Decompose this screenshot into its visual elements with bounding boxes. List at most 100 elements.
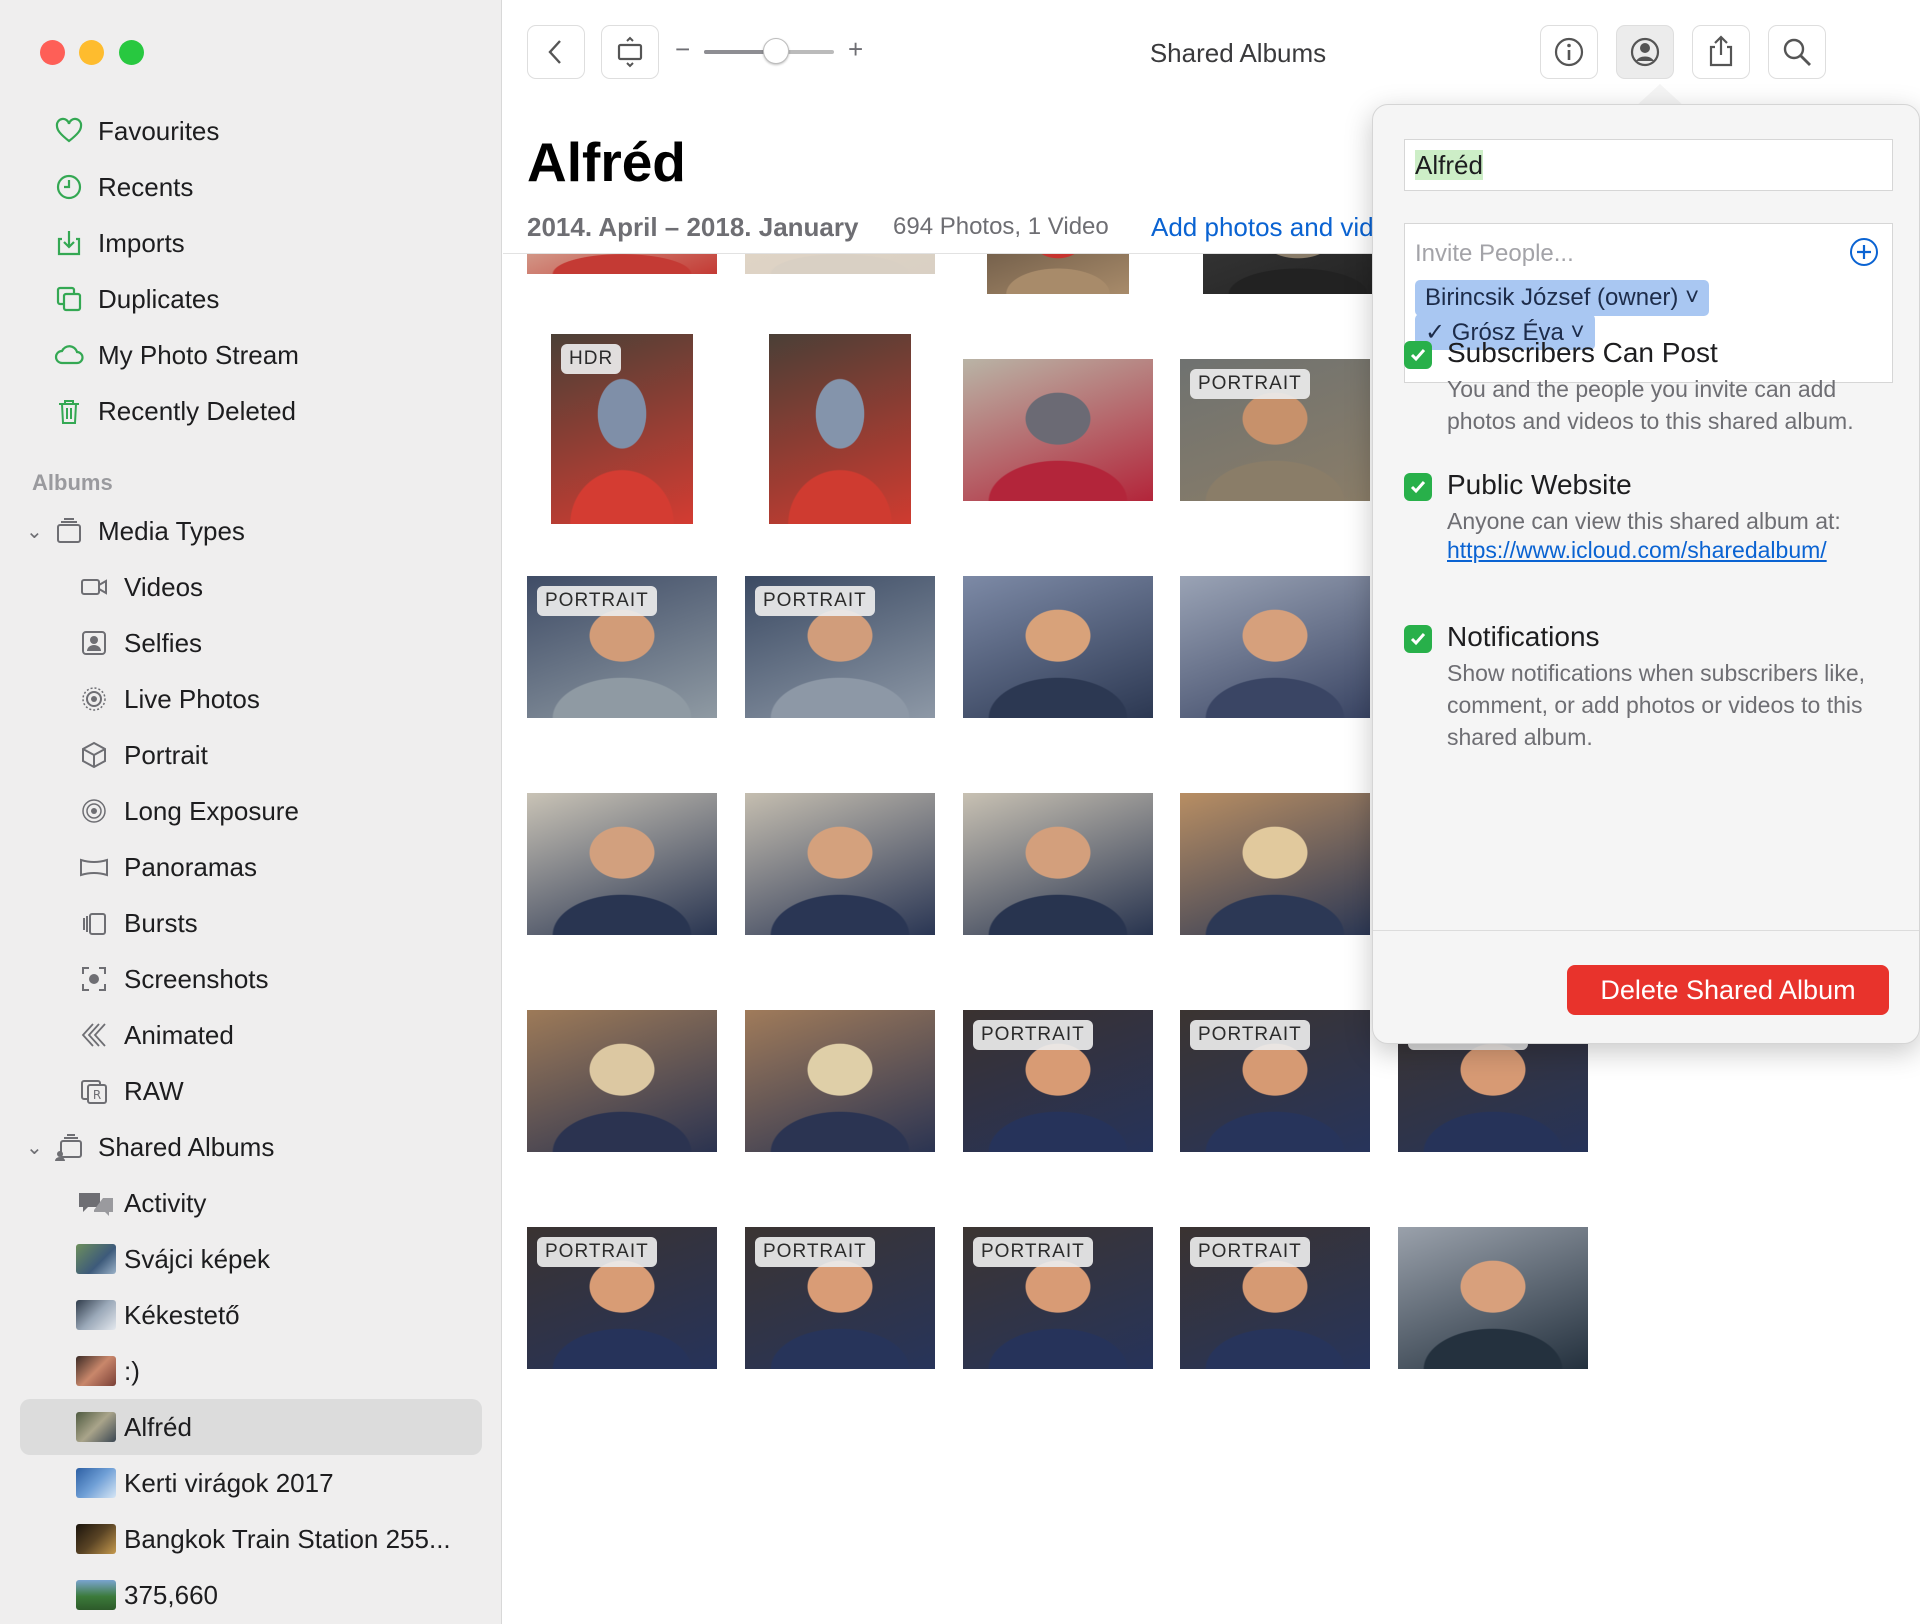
photo-thumbnail[interactable]: PORTRAIT: [745, 1227, 935, 1369]
person-chip-owner[interactable]: Birincsik József (owner) ˅: [1415, 280, 1710, 316]
sidebar-item-videos[interactable]: Videos: [0, 559, 502, 615]
subscribers-can-post-checkbox[interactable]: [1404, 341, 1432, 369]
zoom-out-button[interactable]: −: [675, 34, 690, 65]
sidebar-item-label: Animated: [124, 1019, 234, 1050]
photo-thumbnail[interactable]: [1180, 576, 1370, 718]
sidebar-item-activity[interactable]: Activity: [0, 1175, 502, 1231]
svg-text:R: R: [93, 1088, 101, 1102]
photo-thumbnail[interactable]: [745, 254, 935, 274]
album-name-field[interactable]: Alfréd: [1404, 139, 1893, 191]
photo-thumbnail[interactable]: PORTRAIT: [745, 576, 935, 718]
option-description: Anyone can view this shared album at:: [1447, 508, 1841, 534]
sidebar-item-portrait[interactable]: Portrait: [0, 727, 502, 783]
sidebar-item-recents[interactable]: Recents: [0, 159, 502, 215]
sidebar-item-long-exposure[interactable]: Long Exposure: [0, 783, 502, 839]
photo-thumbnail[interactable]: PORTRAIT: [1180, 359, 1370, 501]
photo-thumbnail[interactable]: PORTRAIT: [963, 1010, 1153, 1152]
sidebar-item-375660[interactable]: 375,660: [0, 1567, 502, 1623]
sidebar-item-label: RAW: [124, 1075, 184, 1106]
slideshow-button[interactable]: [601, 25, 659, 79]
delete-shared-album-button[interactable]: Delete Shared Album: [1567, 965, 1889, 1015]
sidebar-item-raw[interactable]: R RAW: [0, 1063, 502, 1119]
sidebar-item-svajci-kepek[interactable]: Svájci képek: [0, 1231, 502, 1287]
photo-thumbnail[interactable]: [1180, 793, 1370, 935]
info-button[interactable]: [1540, 25, 1598, 79]
sidebar-group-shared-albums[interactable]: ⌄ Shared Albums: [0, 1119, 502, 1175]
shared-album-popover: Alfréd Invite People... Birincsik József…: [1372, 104, 1920, 1044]
photo-thumbnail[interactable]: [963, 793, 1153, 935]
option-title: Subscribers Can Post: [1447, 337, 1718, 368]
photo-thumbnail[interactable]: [1203, 254, 1393, 294]
album-thumbnail: [76, 1300, 116, 1330]
sidebar-item-screenshots[interactable]: Screenshots: [0, 951, 502, 1007]
sidebar-group-media-types[interactable]: ⌄ Media Types: [0, 503, 502, 559]
option-title: Public Website: [1447, 469, 1632, 500]
album-thumbnail: [76, 1580, 116, 1610]
popover-divider: [1373, 930, 1919, 931]
sidebar-item-kekesteto[interactable]: Kékestető: [0, 1287, 502, 1343]
window-title: Shared Albums: [1149, 38, 1327, 68]
people-button[interactable]: [1616, 25, 1674, 79]
sidebar-item-smiley[interactable]: :): [0, 1343, 502, 1399]
close-window-button[interactable]: [40, 40, 65, 65]
minimize-window-button[interactable]: [79, 40, 104, 65]
photo-thumbnail[interactable]: [527, 254, 717, 274]
photo-thumbnail[interactable]: PORTRAIT: [1180, 1010, 1370, 1152]
sidebar-item-label: 375,660: [124, 1579, 218, 1610]
photo-thumbnail[interactable]: [745, 1010, 935, 1152]
photo-thumbnail[interactable]: [963, 576, 1153, 718]
photo-thumbnail[interactable]: [769, 334, 911, 524]
public-website-link[interactable]: https://www.icloud.com/sharedalbum/: [1447, 537, 1827, 564]
photo-thumbnail[interactable]: [745, 793, 935, 935]
photo-thumbnail[interactable]: HDR: [551, 334, 693, 524]
photo-thumbnail[interactable]: PORTRAIT: [963, 1227, 1153, 1369]
sidebar-item-label: Bursts: [124, 907, 198, 938]
photo-thumbnail[interactable]: PORTRAIT: [527, 576, 717, 718]
notifications-checkbox[interactable]: [1404, 625, 1432, 653]
chevron-down-icon[interactable]: ⌄: [26, 519, 43, 544]
sidebar-item-panoramas[interactable]: Panoramas: [0, 839, 502, 895]
panorama-icon: [79, 852, 109, 882]
add-person-icon[interactable]: [1848, 236, 1880, 268]
sidebar-item-selfies[interactable]: Selfies: [0, 615, 502, 671]
photo-thumbnail[interactable]: [963, 359, 1153, 501]
sidebar-item-imports[interactable]: Imports: [0, 215, 502, 271]
sidebar-item-my-photo-stream[interactable]: My Photo Stream: [0, 327, 502, 383]
zoom-in-button[interactable]: +: [848, 34, 863, 65]
photo-thumbnail[interactable]: PORTRAIT: [527, 1227, 717, 1369]
chevron-down-icon[interactable]: ⌄: [26, 1135, 43, 1160]
photo-thumbnail[interactable]: [527, 1010, 717, 1152]
photo-badge: PORTRAIT: [1190, 1020, 1310, 1050]
sidebar-item-kerti-viragok[interactable]: Kerti virágok 2017: [0, 1455, 502, 1511]
sidebar-item-live-photos[interactable]: Live Photos: [0, 671, 502, 727]
photo-thumbnail[interactable]: [987, 254, 1129, 294]
checkmark-icon: [1410, 633, 1426, 646]
sidebar-item-duplicates[interactable]: Duplicates: [0, 271, 502, 327]
photo-badge: PORTRAIT: [973, 1020, 1093, 1050]
shared-albums-icon: [54, 1132, 84, 1162]
photo-thumbnail[interactable]: [527, 793, 717, 935]
sidebar-item-bursts[interactable]: Bursts: [0, 895, 502, 951]
photo-thumbnail[interactable]: [1398, 1227, 1588, 1369]
sidebar-item-favourites[interactable]: Favourites: [0, 103, 502, 159]
sidebar-item-animated[interactable]: Animated: [0, 1007, 502, 1063]
zoom-window-button[interactable]: [119, 40, 144, 65]
sidebar-item-alfred[interactable]: Alfréd: [0, 1399, 502, 1455]
photo-badge: PORTRAIT: [1190, 369, 1310, 399]
album-item-count: 694 Photos, 1 Video: [893, 213, 1109, 240]
back-button[interactable]: [527, 25, 585, 79]
share-button[interactable]: [1692, 25, 1750, 79]
sidebar-item-recently-deleted[interactable]: Recently Deleted: [0, 383, 502, 439]
sidebar-item-label: Videos: [124, 571, 204, 602]
sidebar-item-bangkok[interactable]: Bangkok Train Station 255...: [0, 1511, 502, 1567]
option-description: Show notifications when subscribers like…: [1447, 660, 1866, 750]
photo-thumbnail[interactable]: PORTRAIT: [1180, 1227, 1370, 1369]
sidebar-item-label: Screenshots: [124, 963, 269, 994]
sidebar-item-label: Selfies: [124, 627, 203, 658]
public-website-checkbox[interactable]: [1404, 473, 1432, 501]
sidebar-item-label: Panoramas: [124, 851, 257, 882]
sidebar-item-label: Bangkok Train Station 255...: [124, 1523, 451, 1554]
search-button[interactable]: [1768, 25, 1826, 79]
info-icon: [1554, 37, 1584, 67]
zoom-slider-knob[interactable]: [762, 38, 789, 64]
